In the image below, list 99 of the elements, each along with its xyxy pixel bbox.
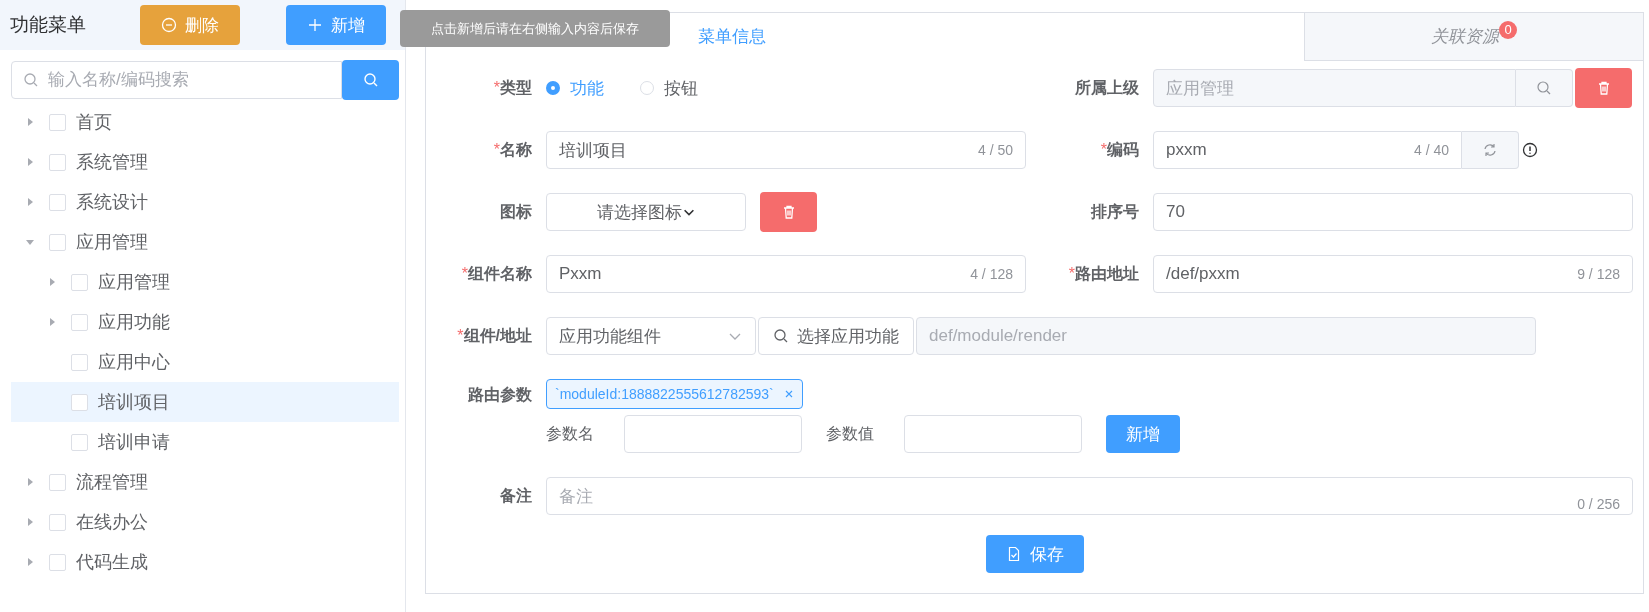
caret-icon[interactable] (25, 477, 35, 487)
char-count: 4 / 128 (970, 266, 1013, 282)
clear-button[interactable] (760, 192, 817, 232)
clear-button[interactable] (1575, 68, 1632, 108)
checkbox[interactable] (49, 473, 66, 491)
tree-item[interactable]: 应用功能 (11, 302, 399, 342)
caret-icon[interactable] (47, 317, 57, 327)
search-icon (362, 72, 379, 88)
tree-item-label: 在线办公 (76, 511, 148, 534)
tree-item[interactable]: 应用管理 (11, 262, 399, 302)
tree-item-label: 流程管理 (76, 471, 148, 494)
caret-icon[interactable] (47, 277, 57, 287)
tree-item-label: 应用中心 (98, 351, 170, 374)
checkbox[interactable] (71, 313, 88, 331)
caret-icon[interactable] (25, 517, 35, 527)
remark-field[interactable]: 备注 0 / 256 (546, 477, 1633, 515)
field-label: 排序号 (1089, 201, 1140, 222)
tree-item[interactable]: 系统管理 (11, 142, 399, 182)
code-field[interactable]: pxxm 4 / 40 (1153, 131, 1462, 169)
info-icon[interactable] (1522, 142, 1538, 158)
component-select[interactable]: 应用功能组件 (546, 317, 756, 355)
tree-item[interactable]: 流程管理 (11, 462, 399, 502)
checkbox[interactable] (49, 153, 66, 171)
search-icon (23, 72, 39, 88)
tree-item-label: 应用管理 (98, 271, 170, 294)
char-count: 4 / 40 (1413, 142, 1449, 158)
field-value: Pxxm (559, 264, 603, 284)
component-name-field[interactable]: Pxxm 4 / 128 (546, 255, 1026, 293)
field-label: *组件名称 (460, 263, 533, 284)
caret-icon[interactable] (25, 557, 35, 567)
icon-select[interactable]: 请选择图标 (546, 193, 746, 231)
field-label: 路由参数 (467, 385, 533, 405)
minus-circle-icon (161, 17, 177, 33)
char-count: 4 / 50 (977, 142, 1013, 158)
route-field[interactable]: /def/pxxm 9 / 128 (1153, 255, 1633, 293)
tree-item-label: 代码生成 (76, 551, 148, 574)
select-function-button[interactable]: 选择应用功能 (758, 317, 914, 355)
checkbox[interactable] (49, 113, 66, 131)
radio-option[interactable]: 按钮 (640, 76, 698, 100)
tree-item-label: 培训申请 (98, 431, 170, 454)
close-icon[interactable] (783, 389, 794, 399)
checkbox[interactable] (49, 233, 66, 251)
plus-icon (307, 17, 323, 33)
caret-icon[interactable] (25, 157, 35, 167)
search-field[interactable]: 输入名称/编码搜索 (11, 61, 342, 99)
field-label: *路由地址 (1067, 263, 1140, 284)
field-value: 应用功能组件 (559, 325, 662, 348)
param-value-field[interactable] (904, 415, 1082, 453)
tree-item[interactable]: 应用中心 (11, 342, 399, 382)
param-value-label: 参数值 (826, 423, 875, 444)
tree-item[interactable]: 应用管理 (11, 222, 399, 262)
char-count: 9 / 128 (1577, 266, 1620, 282)
tree-item-label: 系统管理 (76, 151, 148, 174)
tooltip: 点击新增后请在右侧输入内容后保存 (400, 10, 670, 47)
checkbox[interactable] (71, 353, 88, 371)
checkbox[interactable] (71, 433, 88, 451)
tree-item[interactable]: 培训项目 (11, 382, 399, 422)
checkbox[interactable] (49, 193, 66, 211)
field-label: *类型 (492, 77, 533, 98)
checkbox[interactable] (71, 273, 88, 291)
name-field[interactable]: 培训项目 4 / 50 (546, 131, 1026, 169)
field-label: *编码 (1099, 139, 1140, 160)
tree-item[interactable]: 系统设计 (11, 182, 399, 222)
sort-field[interactable]: 70 (1153, 193, 1633, 231)
tree-item[interactable]: 代码生成 (11, 542, 399, 582)
field-value: /def/pxxm (1166, 264, 1241, 284)
tree-item[interactable]: 首页 (11, 102, 399, 142)
sidebar-title: 功能菜单 (10, 13, 87, 37)
tree-item-label: 首页 (76, 111, 112, 134)
checkbox[interactable] (71, 393, 88, 411)
checkbox[interactable] (49, 513, 66, 531)
refresh-icon (1482, 142, 1498, 158)
caret-icon[interactable] (25, 237, 35, 247)
count-badge: 0 (1499, 20, 1517, 39)
tree-item-label: 培训项目 (98, 391, 170, 414)
checkbox[interactable] (49, 553, 66, 571)
tree-item[interactable]: 在线办公 (11, 502, 399, 542)
tree-item-label: 应用功能 (98, 311, 170, 334)
search-icon (1536, 80, 1552, 96)
tree-item[interactable]: 培训申请 (11, 422, 399, 462)
search-button[interactable] (342, 60, 399, 100)
field-label: *组件/地址 (456, 325, 533, 346)
field-label: 图标 (499, 201, 533, 222)
search-icon (773, 328, 789, 344)
tree-item-label: 系统设计 (76, 191, 148, 214)
caret-icon[interactable] (25, 197, 35, 207)
field-label: 所属上级 (1074, 77, 1140, 98)
caret-icon[interactable] (25, 117, 35, 127)
param-name-field[interactable] (624, 415, 802, 453)
param-name-label: 参数名 (546, 423, 595, 444)
field-value: 培训项目 (559, 139, 628, 162)
field-label: *名称 (492, 139, 533, 160)
param-tag: `moduleId:1888822555612782593` (546, 379, 803, 409)
field-value: pxxm (1166, 140, 1208, 160)
char-count: 0 / 256 (1577, 496, 1620, 512)
tree-item-label: 应用管理 (76, 231, 148, 254)
field-placeholder: 备注 (559, 485, 594, 508)
field-label: 备注 (499, 485, 533, 506)
search-button[interactable] (1516, 69, 1573, 107)
